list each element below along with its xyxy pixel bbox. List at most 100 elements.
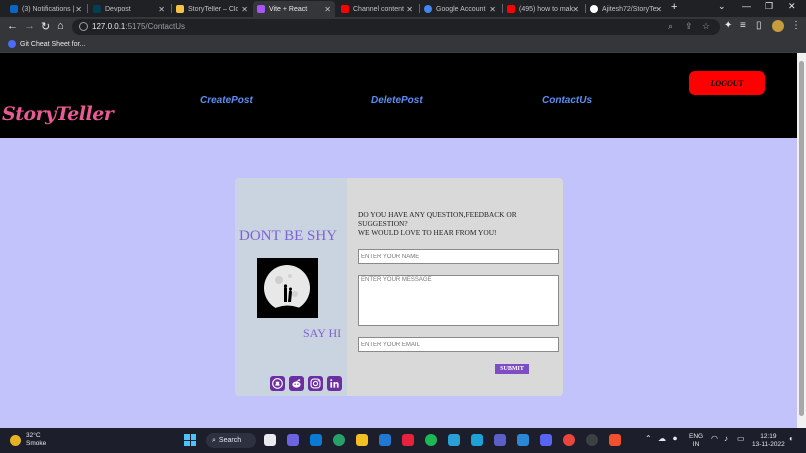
edge-icon[interactable] <box>333 434 345 446</box>
mail-icon[interactable] <box>310 434 322 446</box>
dropbox-icon[interactable] <box>379 434 391 446</box>
menu-icon[interactable]: ⋮ <box>791 20 801 31</box>
weather-widget[interactable]: 32°C Smoke <box>10 432 46 448</box>
contact-question: DO YOU HAVE ANY QUESTION,FEEDBACK OR SUG… <box>358 210 558 237</box>
close-icon[interactable]: ✕ <box>158 5 165 14</box>
tab-title: (3) Notifications | <box>22 5 75 13</box>
tab-devpost[interactable]: Devpost ✕ <box>89 1 169 17</box>
tab-title: Devpost <box>105 5 131 13</box>
vite-favicon-icon <box>257 5 265 13</box>
github-icon[interactable] <box>270 376 285 391</box>
taskbar-search-button[interactable]: ⌕ Search <box>206 433 256 448</box>
site-info-icon[interactable] <box>79 22 88 31</box>
date-label: 13-11-2022 <box>752 441 785 448</box>
reading-list-icon[interactable]: ≡ <box>740 20 746 31</box>
url-text[interactable]: 127.0.0.1:5175/ContactUs <box>92 22 185 31</box>
reload-icon[interactable]: ↻ <box>41 20 50 33</box>
extensions-icon[interactable]: ✦ <box>724 20 732 31</box>
youtube-favicon-icon <box>341 5 349 13</box>
say-hi-label: SAY HI <box>303 326 342 340</box>
search-label: Search <box>218 437 242 444</box>
region-label: IN <box>692 441 700 448</box>
tab-vite-react[interactable]: Vite + React ✕ <box>253 1 335 17</box>
close-icon[interactable]: ✕ <box>406 5 413 14</box>
file-explorer-icon[interactable] <box>356 434 368 446</box>
close-icon[interactable]: ✕ <box>324 5 331 14</box>
vscode-icon[interactable] <box>517 434 529 446</box>
contact-form: DO YOU HAVE ANY QUESTION,FEEDBACK OR SUG… <box>347 178 563 396</box>
spotify-icon[interactable] <box>425 434 437 446</box>
page-scrollbar[interactable] <box>797 53 806 428</box>
language-indicator[interactable]: ENG IN <box>689 433 703 449</box>
tab-google-account[interactable]: Google Account ✕ <box>420 1 500 17</box>
close-icon[interactable]: ✕ <box>572 5 579 14</box>
nav-create-post[interactable]: CreatePost <box>200 95 253 106</box>
app-blue-icon[interactable] <box>448 434 460 446</box>
forward-icon[interactable]: → <box>24 20 35 32</box>
tab-title: Ajitesh72/StoryTe <box>602 5 657 13</box>
discord-icon[interactable] <box>540 434 552 446</box>
git-icon[interactable] <box>609 434 621 446</box>
back-icon[interactable]: ← <box>7 20 18 32</box>
close-icon[interactable]: ✕ <box>241 5 248 14</box>
app-red-icon[interactable] <box>402 434 414 446</box>
bookmarks-bar: Git Cheat Sheet for... <box>0 37 806 53</box>
teams-icon[interactable] <box>494 434 506 446</box>
new-tab-icon[interactable]: + <box>671 1 677 13</box>
address-bar[interactable]: 127.0.0.1:5175/ContactUs ⌕ ⇪ ☆ <box>72 19 720 35</box>
close-icon[interactable]: ✕ <box>489 5 496 14</box>
maximize-icon[interactable]: ❐ <box>765 1 773 12</box>
linkedin-icon[interactable] <box>327 376 342 391</box>
nav-contact-us[interactable]: ContactUs <box>542 95 592 106</box>
wifi-icon[interactable]: ◠ <box>711 434 718 443</box>
site-logo[interactable]: StoryTeller <box>2 103 114 125</box>
battery-icon[interactable]: ▭ <box>737 434 745 443</box>
microphone-icon[interactable]: ⏺ <box>673 434 677 444</box>
contact-card: DONT BE SHY SAY HI DO YOU HAVE ANY QUEST… <box>235 178 563 396</box>
contact-card-left: DONT BE SHY SAY HI <box>235 178 347 396</box>
storyteller-favicon-icon <box>176 5 184 13</box>
tab-youtube-howto[interactable]: (495) how to mak ✕ <box>503 1 583 17</box>
nav-delete-post[interactable]: DeletePost <box>371 95 423 106</box>
tab-title: Google Account <box>436 5 486 13</box>
minimize-icon[interactable]: — <box>742 1 751 11</box>
tab-storyteller-clock[interactable]: StoryTeller – Cloc ✕ <box>172 1 252 17</box>
logout-button[interactable]: LOGOUT <box>689 71 765 95</box>
tab-channel-content[interactable]: Channel content ✕ <box>337 1 417 17</box>
profile-avatar[interactable] <box>772 20 784 32</box>
tab-search-icon[interactable]: ⌄ <box>718 1 726 12</box>
onedrive-icon[interactable]: ☁ <box>658 434 666 443</box>
youtube-favicon-icon <box>507 5 515 13</box>
message-field[interactable] <box>358 275 559 326</box>
side-panel-icon[interactable]: ▯ <box>756 20 762 31</box>
app-cyan-icon[interactable] <box>471 434 483 446</box>
zoom-icon[interactable]: ⌕ <box>668 21 673 32</box>
chrome-icon[interactable] <box>563 434 575 446</box>
teams-chat-icon[interactable] <box>287 434 299 446</box>
close-icon[interactable]: ✕ <box>75 5 82 14</box>
scrollbar-thumb[interactable] <box>799 61 804 416</box>
notification-icon[interactable]: ◐ <box>789 434 794 443</box>
tab-github[interactable]: Ajitesh72/StoryTe ✕ <box>586 1 666 17</box>
task-view-icon[interactable] <box>264 434 276 446</box>
tray-chevron-icon[interactable]: ⌃ <box>645 434 652 443</box>
tab-linkedin[interactable]: (3) Notifications | ✕ <box>6 1 86 17</box>
share-icon[interactable]: ⇪ <box>685 21 693 32</box>
bookmark-git-cheat-sheet[interactable]: Git Cheat Sheet for... <box>8 40 85 48</box>
volume-icon[interactable]: ♪ <box>724 434 728 443</box>
linkedin-favicon-icon <box>10 5 18 13</box>
reddit-icon[interactable] <box>289 376 304 391</box>
instagram-icon[interactable] <box>308 376 323 391</box>
email-field[interactable] <box>358 337 559 352</box>
name-field[interactable] <box>358 249 559 264</box>
bookmark-star-icon[interactable]: ☆ <box>702 21 710 32</box>
devpost-favicon-icon <box>93 5 101 13</box>
media-player-icon[interactable] <box>586 434 598 446</box>
window-close-icon[interactable]: ✕ <box>788 1 796 12</box>
close-icon[interactable]: ✕ <box>655 5 662 14</box>
windows-start-icon[interactable] <box>184 434 196 446</box>
clock[interactable]: 12:19 13-11-2022 <box>752 433 785 449</box>
home-icon[interactable]: ⌂ <box>57 20 64 32</box>
tab-title: Channel content <box>353 5 404 13</box>
submit-button[interactable]: SUBMIT <box>495 364 529 374</box>
